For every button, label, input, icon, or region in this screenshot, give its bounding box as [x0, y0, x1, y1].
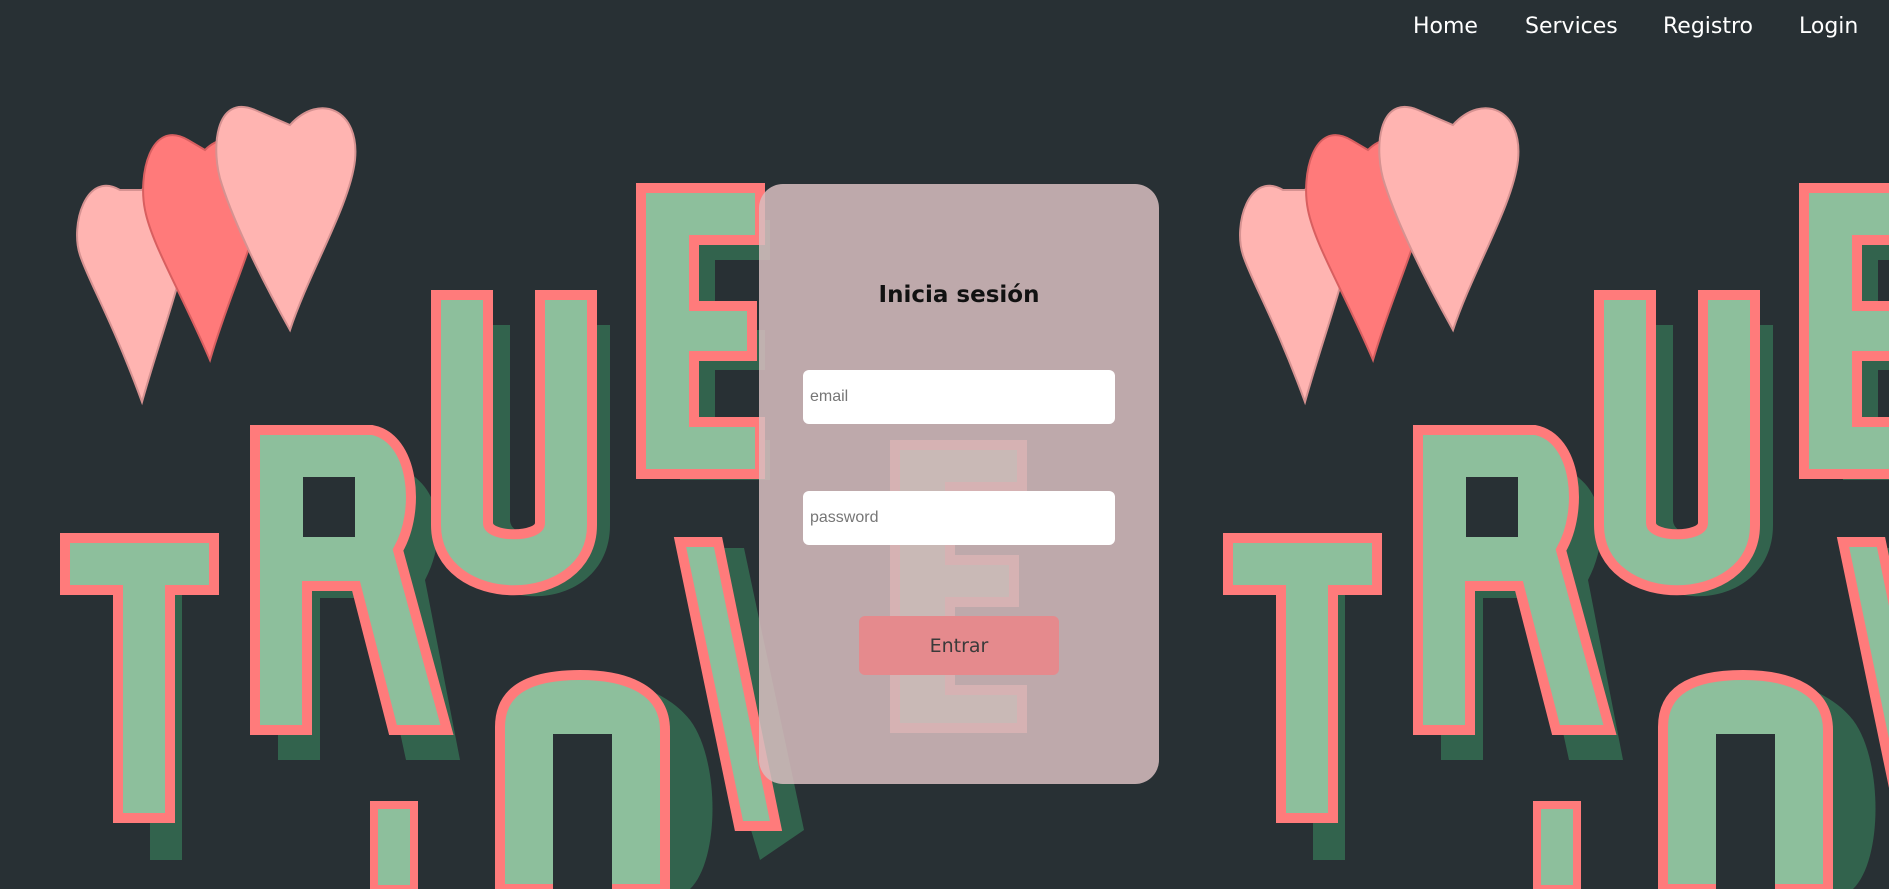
login-card: Inicia sesión Entrar: [759, 184, 1159, 784]
hearts-left-icon: [76, 105, 357, 403]
nav-services-link[interactable]: Services: [1525, 12, 1618, 42]
right-background-cluster: [1223, 105, 1889, 889]
login-submit-button[interactable]: Entrar: [859, 616, 1059, 675]
nav-registro-link[interactable]: Registro: [1663, 12, 1753, 42]
password-input[interactable]: [803, 491, 1115, 545]
top-navigation: Home Services Registro Login: [0, 0, 1889, 56]
email-input[interactable]: [803, 370, 1115, 424]
nav-home-link[interactable]: Home: [1413, 12, 1478, 42]
hearts-right-icon: [1239, 105, 1520, 403]
nav-login-link[interactable]: Login: [1799, 12, 1858, 42]
login-title: Inicia sesión: [878, 282, 1040, 308]
